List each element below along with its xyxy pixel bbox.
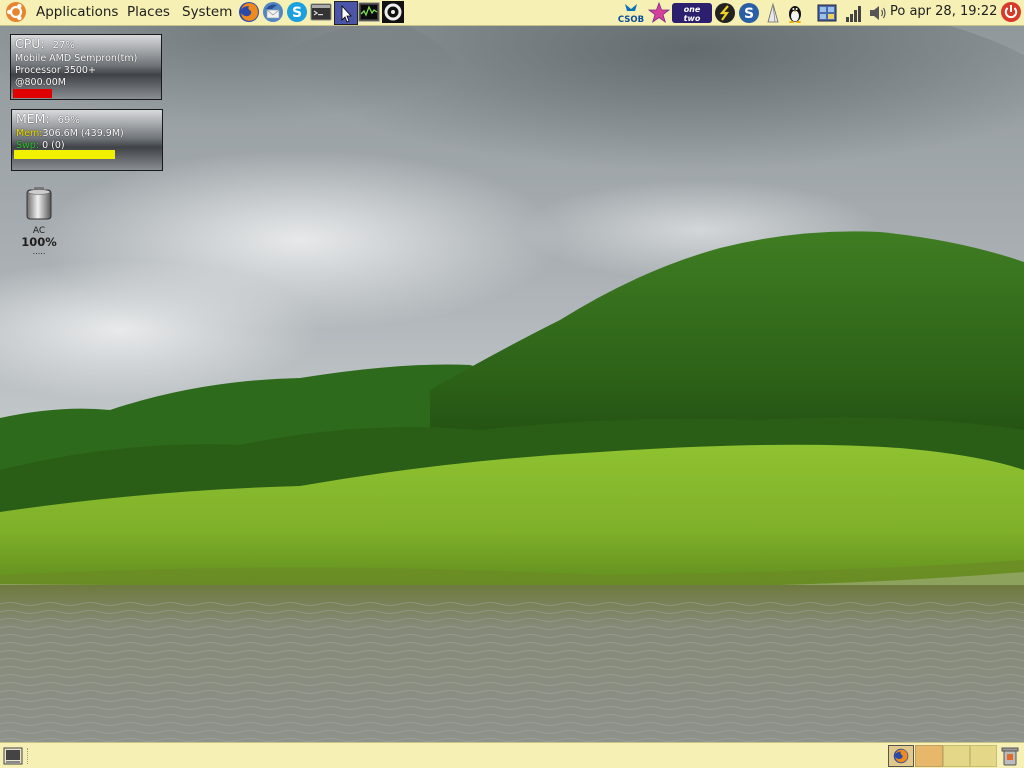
battery-indicator[interactable]: AC 100% ..... [15,186,63,256]
cpu-model-line1: Mobile AMD Sempron(tm) [15,53,138,64]
cpu-label: CPU: [15,36,45,51]
firefox-icon[interactable] [238,1,260,23]
firefox-window-icon [893,748,909,764]
top-panel: Applications Places System S CSOB one two… [0,0,1024,26]
star-icon[interactable] [648,1,670,24]
memory-monitor-widget: MEM: 69% Mem:306.6M (439.9M) Swp: 0 (0) [11,109,163,171]
cpu-monitor-widget: CPU: 27% Mobile AMD Sempron(tm) Processo… [10,34,162,100]
cpu-percent: 27% [52,40,75,51]
panel-handle [27,748,31,764]
network-s-icon[interactable] [714,1,736,24]
power-icon[interactable] [1000,1,1022,23]
mem-value: 306.6M (439.9M) [42,128,124,139]
ubuntu-logo-icon[interactable] [5,1,27,23]
wireless-signal-icon[interactable] [843,1,865,24]
memory-usage-bar [14,150,115,159]
thunderbird-icon[interactable] [262,1,284,23]
updates-icon[interactable] [816,1,838,24]
mem-percent: 69% [57,115,80,126]
penguin-icon[interactable] [762,1,784,24]
svg-text:two: two [684,14,701,23]
clock[interactable]: Po apr 28, 19:22 [890,0,997,25]
status-s-icon[interactable]: S [738,1,760,24]
workspace-1[interactable] [915,745,943,767]
svg-text:one: one [684,5,701,14]
svg-text:S: S [292,5,302,21]
cpu-model-line2: Processor 3500+ [15,65,96,76]
taskbar-firefox-button[interactable] [888,745,914,767]
skype-icon[interactable]: S [286,1,308,23]
battery-dots: ..... [32,247,46,256]
show-desktop-icon[interactable] [2,745,24,767]
battery-icon [26,187,52,220]
tux-icon[interactable] [784,1,806,24]
svg-text:CSOB: CSOB [618,15,644,24]
applications-menu[interactable]: Applications [36,0,118,25]
bottom-panel [0,742,1024,768]
workspace-2[interactable] [943,745,970,767]
mem-label: MEM: [16,111,50,126]
terminal-icon[interactable] [310,1,332,23]
system-monitor-icon[interactable] [358,1,380,23]
system-menu[interactable]: System [182,0,232,25]
volume-icon[interactable] [867,1,889,24]
cpu-usage-bar [13,89,52,98]
one-two-icon[interactable]: one two [671,1,713,24]
places-menu[interactable]: Places [127,0,170,25]
app-launcher-icon[interactable] [382,1,404,23]
mem-prefix: Mem: [16,128,43,139]
svg-text:S: S [744,6,754,22]
pointer-icon[interactable] [334,1,358,25]
csob-icon[interactable]: CSOB [615,1,647,24]
workspace-3[interactable] [970,745,997,767]
cpu-frequency: @800.00M [15,77,66,88]
trash-icon[interactable] [999,745,1021,767]
